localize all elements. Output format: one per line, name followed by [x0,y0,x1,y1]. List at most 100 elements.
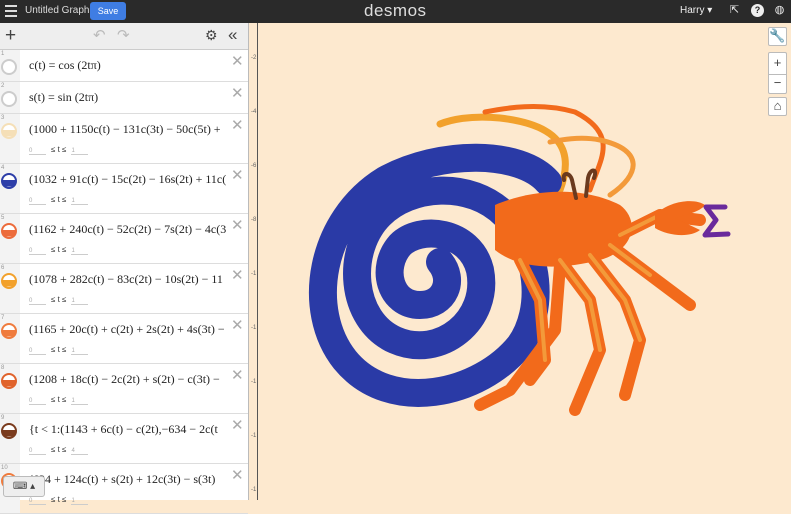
redo-icon[interactable]: ↷ [117,26,130,44]
domain-bounds: 0 ≤ t ≤ 1 [29,145,93,155]
graph-title[interactable]: Untitled Graph [25,5,89,16]
color-swatch-icon[interactable] [1,423,17,439]
expression-input[interactable]: (1032 + 91c(t) − 15c(2t) − 16s(2t) + 11c… [29,172,227,187]
min-bound-input[interactable]: 0 [29,198,46,205]
expression-number: 6 [1,265,5,271]
expression-panel: + ↶ ↷ ⚙ « 1 c(t) = cos (2tπ) ✕ 2 s(t) = sin … [0,23,249,514]
expression-row[interactable]: 9 {t < 1:(1143 + 6c(t) − c(2t),−634 − 2c(… [0,414,248,464]
color-swatch-icon[interactable] [1,323,17,339]
expression-row[interactable]: 5 (1162 + 240c(t) − 52c(2t) − 7s(2t) − 4c… [0,214,248,264]
delete-icon[interactable]: ✕ [231,416,244,434]
bound-operator: ≤ t ≤ [51,195,67,204]
expression-number: 7 [1,315,5,321]
delete-icon[interactable]: ✕ [231,116,244,134]
zoom-out-icon[interactable]: − [768,74,787,94]
expression-input[interactable]: c(t) = cos (2tπ) [29,58,227,73]
delete-icon[interactable]: ✕ [231,216,244,234]
min-bound-input[interactable]: 0 [29,348,46,355]
delete-icon[interactable]: ✕ [231,84,244,102]
graph-canvas[interactable] [249,23,791,500]
expression-input[interactable]: s(t) = sin (2tπ) [29,90,227,105]
delete-icon[interactable]: ✕ [231,266,244,284]
delete-icon[interactable]: ✕ [231,166,244,184]
expression-input[interactable]: {t < 1:(1143 + 6c(t) − c(2t),−634 − 2c(t [29,422,227,437]
expression-number: 8 [1,365,5,371]
expression-number: 9 [1,415,5,421]
expression-row[interactable]: 4 (1032 + 91c(t) − 15c(2t) − 16s(2t) + 11… [0,164,248,214]
min-bound-input[interactable]: 0 [29,498,46,505]
delete-icon[interactable]: ✕ [231,466,244,484]
max-bound-input[interactable]: 1 [71,348,89,355]
expression-row[interactable]: 7 (1165 + 20c(t) + c(2t) + 2s(2t) + 4s(3t… [0,314,248,364]
expression-input[interactable]: (1208 + 18c(t) − 2c(2t) + s(2t) − c(3t) … [29,372,227,387]
share-icon[interactable]: ⇱ [728,4,741,17]
expression-input[interactable]: (1165 + 20c(t) + c(2t) + 2s(2t) + 4s(3t)… [29,322,227,337]
max-bound-input[interactable]: 1 [71,398,89,405]
y-tick-label: -4 [251,109,257,115]
user-menu[interactable]: Harry ▾ [680,5,712,16]
bound-operator: ≤ t ≤ [51,445,67,454]
globe-icon[interactable]: ◍ [773,4,786,17]
wrench-icon[interactable]: 🔧 [768,27,787,46]
color-swatch-icon[interactable] [1,373,17,389]
top-bar: Untitled Graph Save desmos Harry ▾ ⇱ ? ◍ [0,0,791,23]
bound-operator: ≤ t ≤ [51,345,67,354]
plus-icon[interactable]: + [5,25,16,47]
domain-bounds: 0 ≤ t ≤ 4 [29,445,93,455]
desmos-logo: desmos [364,1,427,20]
delete-icon[interactable]: ✕ [231,366,244,384]
max-bound-input[interactable]: 1 [71,148,89,155]
max-bound-input[interactable]: 1 [71,298,89,305]
domain-bounds: 0 ≤ t ≤ 1 [29,295,93,305]
min-bound-input[interactable]: 0 [29,148,46,155]
undo-icon[interactable]: ↶ [93,26,106,44]
expression-number: 4 [1,165,5,171]
domain-bounds: 0 ≤ t ≤ 1 [29,195,93,205]
expression-number: 3 [1,115,5,121]
max-bound-input[interactable]: 1 [71,248,89,255]
help-icon[interactable]: ? [751,4,764,17]
collapse-icon[interactable]: « [228,25,237,45]
color-swatch-icon[interactable] [1,59,17,75]
expression-row[interactable]: 6 (1078 + 282c(t) − 83c(2t) − 10s(2t) − 1… [0,264,248,314]
min-bound-input[interactable]: 0 [29,248,46,255]
expression-row[interactable]: 2 s(t) = sin (2tπ) ✕ [0,82,248,114]
expression-input[interactable]: (1162 + 240c(t) − 52c(2t) − 7s(2t) − 4c(… [29,222,227,237]
y-tick-label: -1 [251,433,257,439]
delete-icon[interactable]: ✕ [231,316,244,334]
max-bound-input[interactable]: 1 [71,198,89,205]
y-tick-label: -1 [251,487,257,493]
min-bound-input[interactable]: 0 [29,298,46,305]
expression-row[interactable]: 3 (1000 + 1150c(t) − 131c(3t) − 50c(5t) +… [0,114,248,164]
home-icon[interactable]: ⌂ [768,97,787,116]
min-bound-input[interactable]: 0 [29,398,46,405]
expression-input[interactable]: (1078 + 282c(t) − 83c(2t) − 10s(2t) − 11 [29,272,227,287]
expression-list: 1 c(t) = cos (2tπ) ✕ 2 s(t) = sin (2tπ) ✕ 3 (10… [0,50,248,514]
color-swatch-icon[interactable] [1,91,17,107]
expression-input[interactable]: (634 + 124c(t) + s(2t) + 12c(3t) − s(3t) [29,472,227,487]
domain-bounds: 0 ≤ t ≤ 1 [29,395,93,405]
y-tick-label: -6 [251,163,257,169]
domain-bounds: 0 ≤ t ≤ 1 [29,345,93,355]
color-swatch-icon[interactable] [1,173,17,189]
hamburger-icon[interactable] [5,5,17,17]
expression-row[interactable]: 1 c(t) = cos (2tπ) ✕ [0,50,248,82]
min-bound-input[interactable]: 0 [29,448,46,455]
expression-input[interactable]: (1000 + 1150c(t) − 131c(3t) − 50c(5t) + [29,122,227,137]
zoom-in-icon[interactable]: + [768,52,787,74]
color-swatch-icon[interactable] [1,123,17,139]
max-bound-input[interactable]: 1 [71,498,89,505]
keyboard-icon[interactable]: ⌨ ▴ [3,476,45,497]
gear-icon[interactable]: ⚙ [205,27,218,44]
color-swatch-icon[interactable] [1,273,17,289]
y-tick-label: -1 [251,325,257,331]
delete-icon[interactable]: ✕ [231,52,244,70]
color-swatch-icon[interactable] [1,223,17,239]
expression-number: 1 [1,51,5,57]
bound-operator: ≤ t ≤ [51,395,67,404]
save-button[interactable]: Save [90,2,126,20]
y-tick-label: -8 [251,217,257,223]
expression-row[interactable]: 8 (1208 + 18c(t) − 2c(2t) + s(2t) − c(3t)… [0,364,248,414]
domain-bounds: 0 ≤ t ≤ 1 [29,245,93,255]
max-bound-input[interactable]: 4 [71,448,89,455]
